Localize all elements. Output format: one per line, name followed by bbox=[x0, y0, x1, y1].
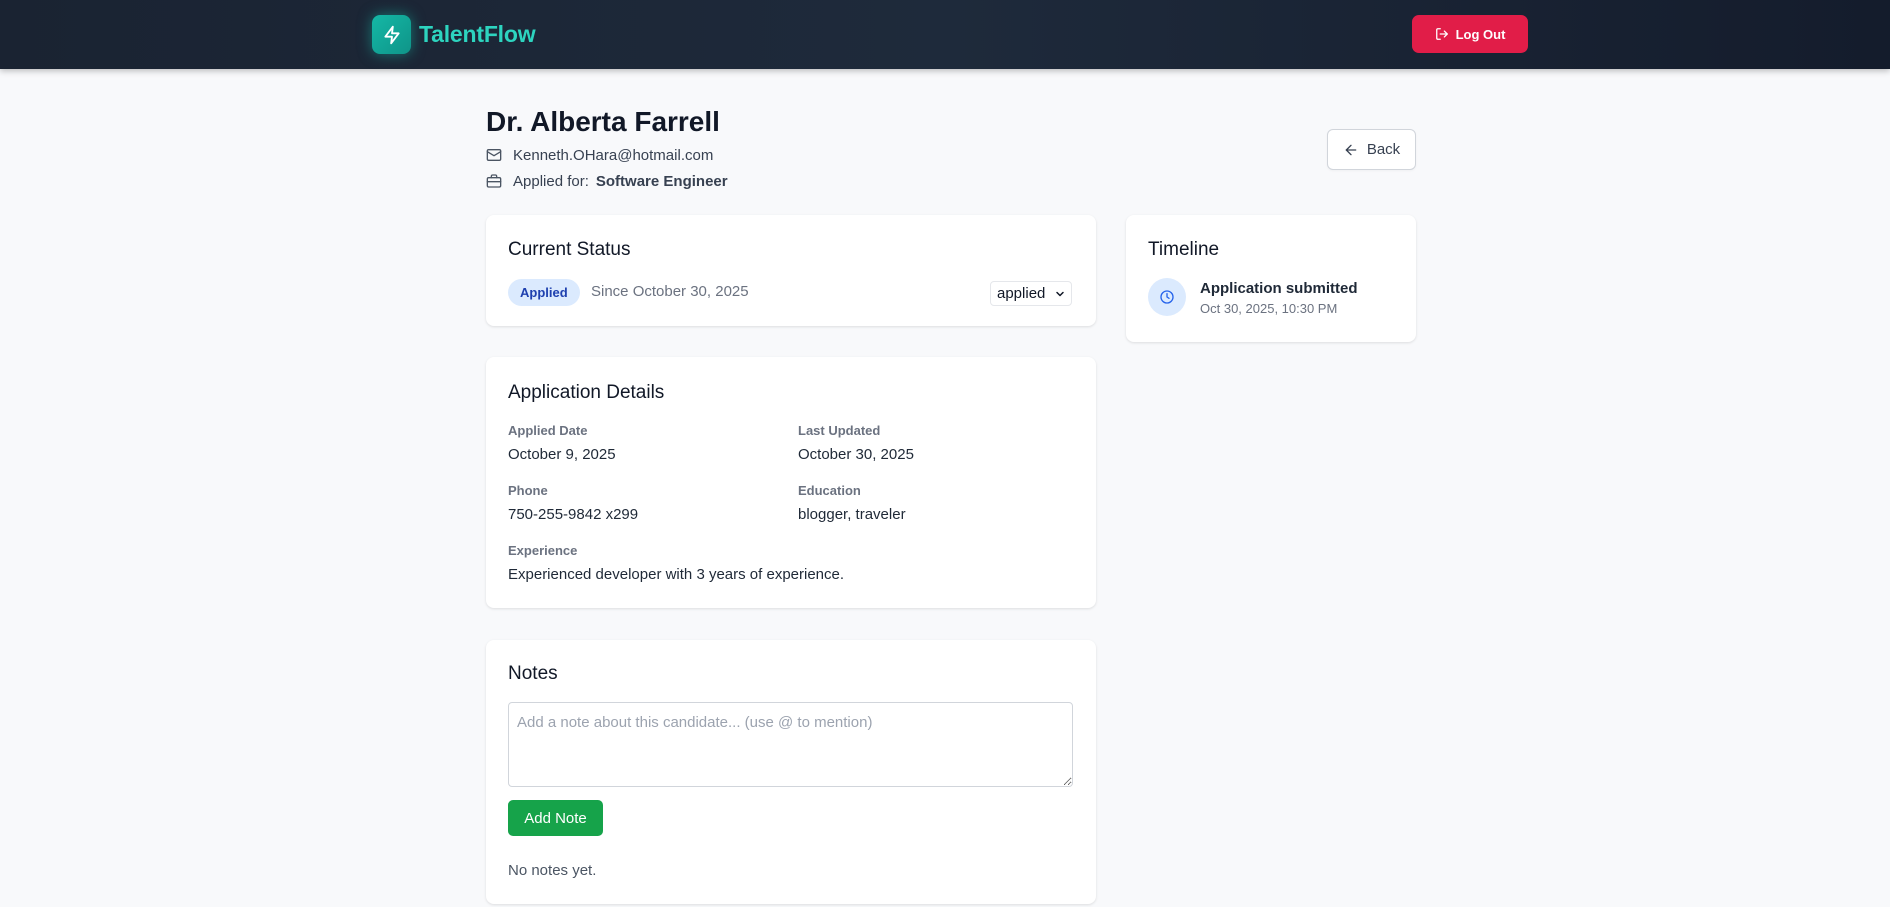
status-select[interactable]: applied bbox=[990, 281, 1072, 306]
back-button[interactable]: Back bbox=[1327, 129, 1416, 170]
note-input[interactable] bbox=[508, 702, 1073, 787]
brand-name: TalentFlow bbox=[419, 21, 536, 47]
application-details-card: Application Details Applied Date October… bbox=[486, 357, 1096, 608]
email-row: Kenneth.OHara@hotmail.com bbox=[486, 146, 713, 164]
applied-for-row: Applied for: Software Engineer bbox=[486, 172, 728, 190]
candidate-name: Dr. Alberta Farrell bbox=[486, 106, 720, 137]
chevron-down-icon bbox=[1054, 288, 1066, 300]
timeline-title: Timeline bbox=[1148, 239, 1220, 260]
notes-card: Notes Add Note No notes yet. bbox=[486, 640, 1096, 904]
last-updated-value: October 30, 2025 bbox=[798, 446, 914, 463]
top-navbar: TalentFlow Log Out bbox=[0, 0, 1890, 69]
experience-value: Experienced developer with 3 years of ex… bbox=[508, 566, 845, 583]
timeline-card: Timeline Application submitted Oct 30, 2… bbox=[1126, 215, 1416, 342]
applied-position: Software Engineer bbox=[595, 172, 728, 190]
education-label: Education bbox=[798, 483, 861, 498]
status-since: Since October 30, 2025 bbox=[591, 283, 749, 300]
timeline-event-date: Oct 30, 2025, 10:30 PM bbox=[1200, 301, 1338, 316]
status-select-value: applied bbox=[997, 285, 1046, 302]
phone-label: Phone bbox=[508, 483, 548, 498]
brand-link[interactable]: TalentFlow bbox=[372, 15, 536, 54]
applied-date-value: October 9, 2025 bbox=[508, 446, 616, 463]
current-status-title: Current Status bbox=[508, 239, 631, 260]
application-details-title: Application Details bbox=[508, 382, 665, 403]
mail-icon bbox=[486, 146, 504, 164]
candidate-email: Kenneth.OHara@hotmail.com bbox=[513, 146, 714, 164]
add-note-button[interactable]: Add Note bbox=[508, 800, 603, 836]
arrow-left-icon bbox=[1343, 142, 1359, 158]
education-value: blogger, traveler bbox=[798, 506, 906, 523]
last-updated-label: Last Updated bbox=[798, 423, 881, 438]
notes-title: Notes bbox=[508, 663, 558, 684]
back-label: Back bbox=[1366, 141, 1401, 158]
experience-label: Experience bbox=[508, 543, 578, 558]
current-status-card: Current Status Applied Since October 30,… bbox=[486, 215, 1096, 326]
logout-button[interactable]: Log Out bbox=[1412, 15, 1528, 53]
logout-icon bbox=[1435, 27, 1449, 41]
logout-label: Log Out bbox=[1455, 26, 1506, 42]
lightning-icon bbox=[372, 15, 411, 54]
timeline-event-title: Application submitted bbox=[1200, 280, 1358, 297]
applied-date-label: Applied Date bbox=[508, 423, 588, 438]
no-notes-text: No notes yet. bbox=[508, 862, 597, 879]
phone-value: 750-255-9842 x299 bbox=[508, 506, 639, 523]
status-badge: Applied bbox=[508, 279, 580, 306]
briefcase-icon bbox=[486, 172, 504, 190]
applied-for-label: Applied for: bbox=[513, 172, 589, 190]
clock-icon bbox=[1148, 278, 1186, 316]
